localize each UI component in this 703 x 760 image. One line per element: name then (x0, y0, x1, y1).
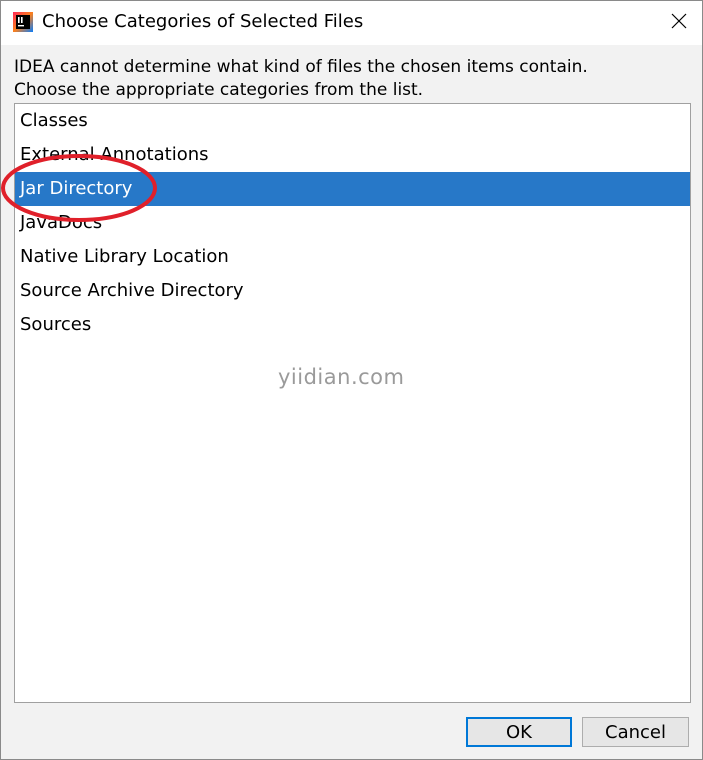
categories-list[interactable]: Classes External Annotations Jar Directo… (14, 103, 691, 703)
list-item-source-archive-directory[interactable]: Source Archive Directory (15, 274, 690, 308)
intellij-idea-icon (13, 12, 33, 32)
message-line-2: Choose the appropriate categories from t… (14, 80, 424, 100)
list-item-classes[interactable]: Classes (15, 104, 690, 138)
close-button[interactable] (655, 1, 702, 45)
list-item-native-library-location[interactable]: Native Library Location (15, 240, 690, 274)
close-icon (671, 13, 687, 33)
cancel-button[interactable]: Cancel (582, 717, 689, 747)
choose-categories-dialog: Choose Categories of Selected Files IDEA… (0, 0, 703, 760)
dialog-title: Choose Categories of Selected Files (42, 11, 364, 32)
dialog-message: IDEA cannot determine what kind of files… (14, 56, 588, 102)
list-item-jar-directory[interactable]: Jar Directory (15, 172, 690, 206)
list-item-sources[interactable]: Sources (15, 308, 690, 342)
title-bar: Choose Categories of Selected Files (1, 1, 702, 45)
list-item-javadocs[interactable]: JavaDocs (15, 206, 690, 240)
ok-button[interactable]: OK (466, 717, 572, 747)
list-item-external-annotations[interactable]: External Annotations (15, 138, 690, 172)
message-line-1: IDEA cannot determine what kind of files… (14, 57, 588, 77)
watermark: yiidian.com (278, 365, 405, 389)
